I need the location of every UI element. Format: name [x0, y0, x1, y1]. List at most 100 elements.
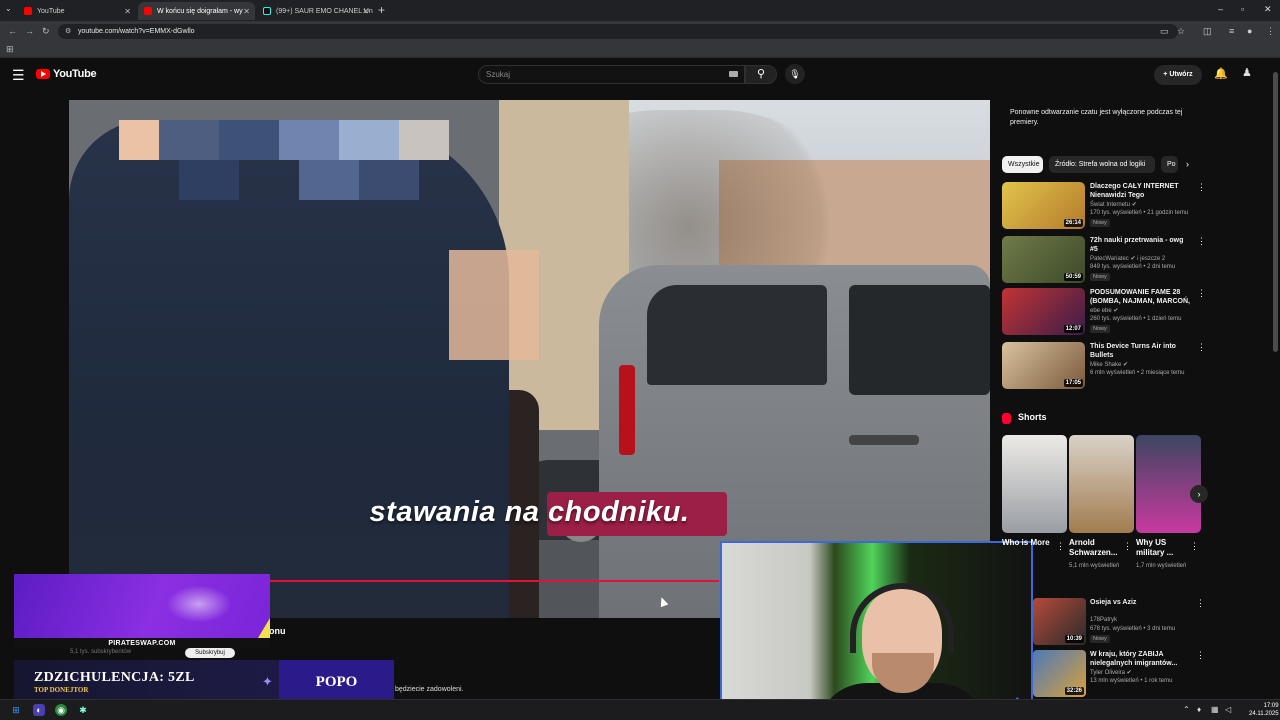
short-thumbnail[interactable] — [1136, 435, 1201, 533]
scrollbar-thumb[interactable] — [1273, 72, 1278, 352]
more-options-icon[interactable]: ⋮ — [1197, 182, 1206, 193]
voice-search-button[interactable]: 🎙 — [785, 64, 805, 84]
network-icon[interactable]: ▦ — [1211, 705, 1219, 714]
page-scrollbar[interactable] — [1273, 62, 1278, 697]
keyboard-icon[interactable] — [729, 71, 738, 77]
site-info-icon[interactable]: ⚙ — [65, 24, 71, 39]
reload-icon[interactable]: ↻ — [42, 26, 50, 37]
account-avatar-icon[interactable]: ♟ — [1242, 66, 1256, 82]
channel-name[interactable]: Świat Internetu ✔ — [1090, 201, 1137, 208]
video-subtitle: stawania na chodniku. — [369, 496, 690, 528]
app-icon[interactable]: ◐ — [33, 704, 45, 716]
notifications-bell-icon[interactable]: 🔔 — [1214, 67, 1228, 80]
back-icon[interactable]: ← — [8, 26, 17, 36]
video-title[interactable]: Dlaczego CAŁY INTERNET Nienawidzi Tego S… — [1090, 182, 1190, 200]
video-progress-bar[interactable] — [269, 580, 719, 582]
video-title[interactable]: This Device Turns Air into Bullets — [1090, 342, 1190, 360]
recommended-video[interactable]: 17:05 This Device Turns Air into Bullets… — [1002, 342, 1206, 392]
more-options-icon[interactable]: ⋮ — [1196, 598, 1205, 609]
create-button[interactable]: + Utwórz — [1154, 65, 1202, 85]
windows-start-icon[interactable]: ⊞ — [10, 704, 22, 716]
video-duration: 10:39 — [1064, 635, 1084, 643]
chevron-right-icon[interactable]: › — [1186, 159, 1189, 169]
tab-current-video[interactable]: W końcu się doigrałam - wy ✕ — [138, 2, 255, 20]
video-thumbnail[interactable]: 17:05 — [1002, 342, 1085, 389]
short-title[interactable]: Who is More — [1002, 538, 1054, 548]
short-thumbnail[interactable] — [1002, 435, 1067, 533]
more-options-icon[interactable]: ⋮ — [1190, 541, 1199, 552]
extensions-icon[interactable]: ◫ — [1203, 26, 1212, 37]
more-options-icon[interactable]: ⋮ — [1056, 541, 1065, 552]
tab-tiktok[interactable]: (99+) SAUR EMO CHANEL Un ✕ — [257, 2, 374, 20]
cast-icon[interactable]: ▭ — [1160, 26, 1169, 37]
chip-more[interactable]: Po — [1161, 156, 1178, 173]
close-tab-icon[interactable]: ✕ — [362, 7, 369, 16]
logo-text: YouTube — [53, 68, 97, 80]
channel-name[interactable]: 178Patryk — [1090, 617, 1117, 623]
recommended-video[interactable]: 32:26 W kraju, który ZABIJA nielegalnych… — [1033, 650, 1205, 700]
media-icon[interactable]: ≡ — [1229, 26, 1234, 36]
video-title[interactable]: Osieja vs Aziz — [1090, 598, 1195, 607]
tray-app-icon[interactable]: ♦ — [1197, 705, 1201, 714]
video-title[interactable]: W kraju, który ZABIJA nielegalnych imigr… — [1090, 650, 1195, 668]
short-views: 1,7 mln wyświetleń — [1136, 563, 1187, 569]
short-title[interactable]: Arnold Schwarzen... — [1069, 538, 1121, 558]
youtube-logo[interactable]: YouTube — [36, 68, 97, 80]
video-thumbnail[interactable]: 26:14 — [1002, 182, 1085, 229]
forward-icon[interactable]: → — [25, 26, 34, 36]
recommended-video[interactable]: 26:14 Dlaczego CAŁY INTERNET Nienawidzi … — [1002, 182, 1206, 232]
more-options-icon[interactable]: ⋮ — [1197, 236, 1206, 247]
video-title[interactable]: 72h nauki przetrwania - owg #5 — [1090, 236, 1190, 254]
recommended-video[interactable]: 10:39 Osieja vs Aziz 178Patryk 678 tys. … — [1033, 598, 1205, 648]
search-input[interactable]: Szukaj — [478, 65, 745, 84]
new-badge: Nowy — [1090, 635, 1110, 643]
profile-icon[interactable]: ● — [1247, 26, 1252, 36]
close-tab-icon[interactable]: ✕ — [243, 7, 250, 16]
app-icon[interactable]: ✱ — [77, 704, 89, 716]
minimize-icon[interactable]: – — [1218, 4, 1223, 14]
maximize-icon[interactable]: ▫ — [1241, 4, 1244, 14]
video-title[interactable]: PODSUMOWANIE FAME 28 (BOMBA, NAJMAN, MAR… — [1090, 288, 1190, 306]
tiktok-favicon-icon — [263, 7, 271, 15]
shorts-icon — [1002, 413, 1011, 424]
short-thumbnail[interactable] — [1069, 435, 1134, 533]
channel-name[interactable]: Mike Shake ✔ — [1090, 361, 1128, 368]
more-options-icon[interactable]: ⋮ — [1123, 541, 1132, 552]
video-thumbnail[interactable]: 12:07 — [1002, 288, 1085, 335]
close-tab-icon[interactable]: ✕ — [124, 7, 131, 16]
close-window-icon[interactable]: ✕ — [1264, 4, 1272, 15]
volume-icon[interactable]: ◁ — [1225, 705, 1231, 714]
video-thumbnail[interactable]: 50:59 — [1002, 236, 1085, 283]
video-meta: 849 tys. wyświetleń • 2 dni temu — [1090, 264, 1176, 270]
system-clock[interactable]: 17:09 24.11.2025 — [1249, 702, 1279, 718]
channel-name[interactable]: Tyler Oliveira ✔ — [1090, 669, 1132, 676]
recommended-video[interactable]: 12:07 PODSUMOWANIE FAME 28 (BOMBA, NAJMA… — [1002, 288, 1206, 338]
apps-grid-icon[interactable]: ⊞ — [6, 44, 14, 55]
chip-source[interactable]: Źródło: Strefa wolna od logiki — [1049, 156, 1155, 173]
more-options-icon[interactable]: ⋮ — [1197, 288, 1206, 299]
video-meta: 6 mln wyświetleń • 2 miesiące temu — [1090, 370, 1185, 376]
chip-all[interactable]: Wszystkie — [1002, 156, 1043, 173]
tray-chevron-icon[interactable]: ⌃ — [1183, 705, 1190, 714]
taskbar: ⊞ ◐ ◉ ✱ ⌃ ♦ ▦ ◁ 17:09 24.11.2025 — [0, 699, 1280, 720]
subscribe-button[interactable]: Subskrybuj — [185, 648, 235, 658]
more-options-icon[interactable]: ⋮ — [1197, 342, 1206, 353]
youtube-header: ☰ YouTube Szukaj ⚲ 🎙 + Utwórz 🔔 ♟ — [0, 58, 1280, 92]
chrome-icon[interactable]: ◉ — [55, 704, 67, 716]
video-thumbnail[interactable]: 32:26 — [1033, 650, 1086, 697]
video-thumbnail[interactable]: 10:39 — [1033, 598, 1086, 645]
more-options-icon[interactable]: ⋮ — [1196, 650, 1205, 661]
tab-search-icon[interactable]: ⌄ — [5, 4, 12, 13]
search-button[interactable]: ⚲ — [745, 65, 777, 84]
channel-name[interactable]: PatecWariatec ✔ i jeszcze 2 — [1090, 255, 1165, 262]
new-tab-icon[interactable]: + — [378, 3, 385, 17]
chevron-right-icon[interactable]: › — [1190, 485, 1208, 503]
short-title[interactable]: Why US military ... — [1136, 538, 1188, 558]
bookmark-star-icon[interactable]: ☆ — [1177, 26, 1185, 37]
tab-youtube[interactable]: YouTube ✕ — [18, 2, 136, 20]
menu-icon[interactable]: ☰ — [12, 67, 25, 84]
url-field[interactable]: ⚙ youtube.com/watch?v=EMMX-dGwllo — [58, 24, 1178, 39]
channel-name[interactable]: ebe ebe ✔ — [1090, 307, 1118, 314]
menu-dots-icon[interactable]: ⋮ — [1266, 26, 1275, 37]
recommended-video[interactable]: 50:59 72h nauki przetrwania - owg #5 Pat… — [1002, 236, 1206, 286]
